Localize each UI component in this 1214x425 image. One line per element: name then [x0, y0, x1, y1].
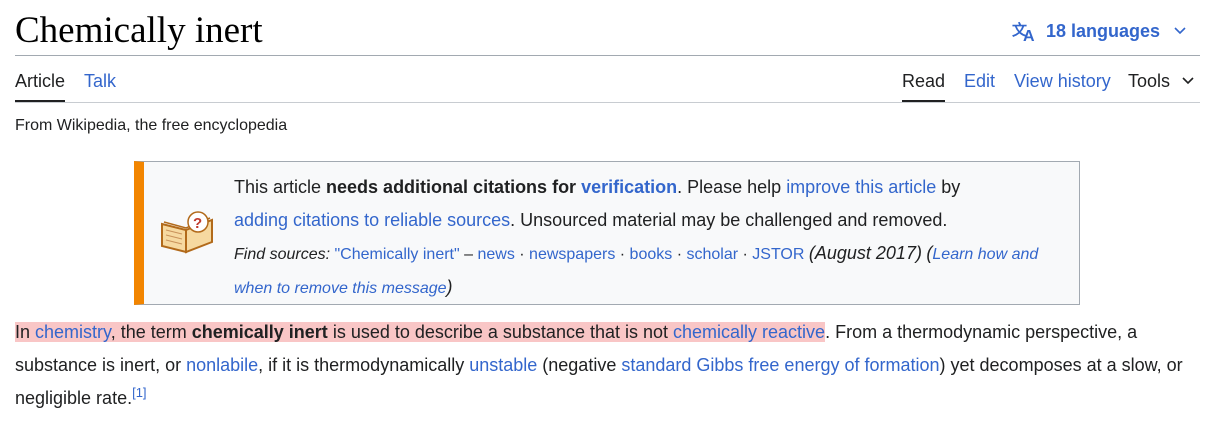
gibbs-energy-link[interactable]: standard Gibbs free energy of formation	[621, 355, 939, 375]
para-text-2: , the term	[110, 322, 192, 342]
notice-bold: needs additional citations for	[326, 177, 577, 197]
separator: ·	[672, 246, 687, 263]
para-text-6: (negative	[537, 355, 622, 375]
separator: ·	[514, 246, 530, 263]
svg-text:?: ?	[193, 215, 202, 232]
tab-edit[interactable]: Edit	[964, 70, 995, 92]
tab-view-history[interactable]: View history	[1014, 70, 1111, 92]
language-icon: 文 A	[1012, 21, 1035, 42]
news-link[interactable]: news	[477, 246, 514, 263]
adding-citations-link[interactable]: adding citations to reliable sources	[234, 210, 510, 230]
search-query-link[interactable]: "Chemically inert"	[335, 246, 460, 263]
dash: –	[459, 246, 478, 263]
chemistry-link[interactable]: chemistry	[35, 322, 111, 342]
notice-date: (August 2017)	[808, 243, 922, 263]
newspapers-link[interactable]: newspapers	[529, 246, 615, 263]
para-text-1: In	[15, 322, 36, 342]
nonlabile-link[interactable]: nonlabile	[186, 355, 258, 375]
languages-button[interactable]: 文 A 18 languages	[1012, 20, 1194, 42]
tab-read[interactable]: Read	[902, 70, 946, 102]
term-bold: chemically inert	[191, 322, 328, 342]
para-text-5: , if it is thermodynamically	[258, 355, 470, 375]
page-tabs: Article Talk Read Edit View history Tool…	[15, 56, 1200, 103]
notice-text-1: This article	[234, 177, 327, 197]
notice-text-2: . Please help	[677, 177, 787, 197]
lead-paragraph: In chemistry, the term chemically inert …	[15, 316, 1195, 415]
languages-label: 18 languages	[1045, 20, 1160, 41]
highlighted-sentence: In chemistry, the term chemically inert …	[15, 322, 826, 342]
verification-link[interactable]: verification	[581, 177, 677, 197]
tab-article[interactable]: Article	[15, 70, 66, 102]
chevron-down-icon	[1182, 77, 1194, 85]
improve-article-link[interactable]: improve this article	[786, 177, 936, 197]
title-row: Chemically inert 文 A 18 languages	[15, 8, 1200, 56]
reference-1-link[interactable]: [1]	[132, 385, 146, 400]
notice-text-4: . Unsourced material may be challenged a…	[510, 210, 948, 230]
books-link[interactable]: books	[630, 246, 673, 263]
tools-menu[interactable]: Tools	[1128, 70, 1194, 92]
tools-label: Tools	[1128, 71, 1171, 91]
separator: ·	[615, 246, 630, 263]
tab-talk[interactable]: Talk	[84, 70, 116, 92]
find-sources: Find sources: "Chemically inert" – news …	[234, 243, 1038, 297]
citation-notice: ? This article needs additional citation…	[134, 161, 1080, 305]
para-text-3: is used to describe a substance that is …	[327, 322, 674, 342]
tagline: From Wikipedia, the free encyclopedia	[15, 117, 288, 134]
unstable-link[interactable]: unstable	[469, 355, 537, 375]
chemically-reactive-link[interactable]: chemically reactive	[673, 322, 825, 342]
jstor-link[interactable]: JSTOR	[752, 246, 804, 263]
page-title: Chemically inert	[15, 10, 263, 51]
notice-text: This article needs additional citations …	[234, 171, 1074, 305]
scholar-link[interactable]: scholar	[686, 246, 738, 263]
book-question-icon: ?	[161, 211, 213, 254]
paren-close: )	[446, 277, 453, 297]
svg-text:A: A	[1023, 28, 1035, 42]
find-sources-label: Find sources:	[234, 246, 331, 263]
chevron-down-icon	[1174, 27, 1186, 35]
separator: ·	[738, 246, 753, 263]
notice-text-3: by	[936, 177, 961, 197]
